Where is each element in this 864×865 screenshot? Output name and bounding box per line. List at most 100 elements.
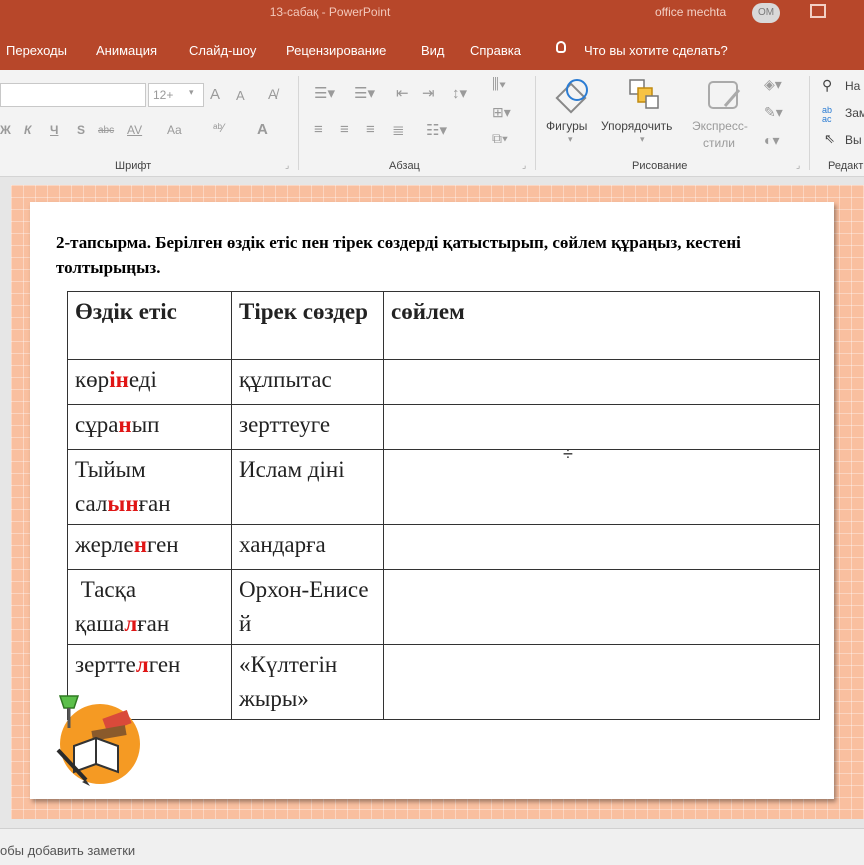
- header-support-words[interactable]: Тірек сөздер: [231, 291, 384, 360]
- bullets-icon[interactable]: ☰▾: [314, 84, 335, 102]
- underline-button[interactable]: Ч: [50, 123, 58, 137]
- replace-button[interactable]: Зам: [845, 106, 864, 120]
- tab-animations[interactable]: Анимация: [96, 43, 157, 58]
- select-arrow-icon[interactable]: ⇖: [824, 131, 835, 147]
- support-word-cell[interactable]: құлпытас: [231, 359, 384, 405]
- chevron-down-icon[interactable]: ▾: [568, 134, 573, 145]
- sentence-cell[interactable]: [383, 644, 820, 720]
- search-icon[interactable]: ⚲: [822, 77, 832, 94]
- verb-table[interactable]: Өздік етіс Тірек сөздер сөйлем көрінеді …: [67, 291, 820, 720]
- support-word-cell[interactable]: зерттеуге: [231, 404, 384, 450]
- clear-formatting-icon[interactable]: A̸: [268, 86, 277, 102]
- bold-button[interactable]: Ж: [0, 123, 11, 137]
- support-word-cell[interactable]: «Күлтегін жыры»: [231, 644, 384, 720]
- verb-ending: ған: [137, 611, 170, 636]
- quick-styles-label-1[interactable]: Экспресс-: [692, 119, 748, 133]
- support-word-cell[interactable]: Орхон-Енисей: [231, 569, 384, 645]
- grow-font-button[interactable]: A: [210, 86, 220, 103]
- sentence-cell[interactable]: [383, 449, 820, 525]
- align-text-icon[interactable]: ⊞▾: [492, 104, 511, 121]
- shape-fill-icon[interactable]: ◈▾: [764, 76, 782, 93]
- verb-stem: көр: [75, 367, 110, 392]
- tab-view[interactable]: Вид: [421, 43, 445, 58]
- arrange-button[interactable]: Упорядочить: [601, 119, 672, 133]
- decrease-indent-icon[interactable]: ⇤: [396, 84, 409, 102]
- verb-ending: ген: [146, 532, 179, 557]
- table-row: зерттелген «Күлтегін жыры»: [67, 644, 820, 720]
- tell-me-search[interactable]: Что вы хотите сделать?: [584, 43, 728, 58]
- verb-ending: ған: [138, 491, 171, 516]
- highlight-icon[interactable]: ᵃᵇ⁄: [213, 121, 224, 135]
- support-word-cell[interactable]: Ислам діні: [231, 449, 384, 525]
- tab-slideshow[interactable]: Слайд-шоу: [189, 43, 256, 58]
- shape-outline-icon[interactable]: ✎▾: [764, 104, 783, 121]
- verb-cell[interactable]: көрінеді: [67, 359, 232, 405]
- verb-cell[interactable]: Тасқа қашалған: [67, 569, 232, 645]
- ribbon-display-options-icon[interactable]: [810, 4, 826, 18]
- align-right-icon[interactable]: ≡: [366, 121, 375, 138]
- shape-effects-icon[interactable]: ◐▾: [764, 132, 779, 149]
- lightbulb-icon: [556, 41, 566, 53]
- ribbon-tabs: Переходы Анимация Слайд-шоу Рецензирован…: [0, 32, 864, 70]
- verb-suffix-highlight: л: [135, 652, 149, 677]
- numbering-icon[interactable]: ☰▾: [354, 84, 375, 102]
- table-row: жерленген хандарға: [67, 524, 820, 570]
- ribbon: 12+ ▾ A A A̸ Ж К Ч S abc AV Aa ᵃᵇ⁄ A Шри…: [0, 70, 864, 177]
- avatar[interactable]: OM: [752, 3, 780, 23]
- find-button[interactable]: На: [845, 79, 860, 93]
- quick-styles-label-2[interactable]: стили: [703, 136, 735, 150]
- table-row: сұранып зерттеуге: [67, 404, 820, 450]
- dialog-launcher-icon[interactable]: ⌟: [522, 160, 526, 171]
- select-button[interactable]: Вы: [845, 133, 862, 147]
- shapes-icon[interactable]: [553, 76, 593, 116]
- dialog-launcher-icon[interactable]: ⌟: [796, 160, 800, 171]
- verb-cell[interactable]: жерленген: [67, 524, 232, 570]
- account-name[interactable]: office mechta: [655, 5, 726, 19]
- verb-stem: сұра: [75, 412, 119, 437]
- group-divider: [298, 76, 299, 170]
- font-name-field[interactable]: [0, 83, 146, 107]
- group-divider: [535, 76, 536, 170]
- verb-cell[interactable]: Тыйым салынған: [67, 449, 232, 525]
- table-row: көрінеді құлпытас: [67, 359, 820, 405]
- increase-indent-icon[interactable]: ⇥: [422, 84, 435, 102]
- arrange-icon[interactable]: [626, 76, 662, 112]
- align-center-icon[interactable]: ≡: [340, 121, 349, 138]
- smartart-icon[interactable]: ⧉▾: [492, 130, 508, 147]
- quick-styles-icon[interactable]: [705, 76, 745, 116]
- replace-icon[interactable]: ab ac: [822, 106, 832, 124]
- table-header-row: Өздік етіс Тірек сөздер сөйлем: [67, 291, 820, 360]
- notes-pane[interactable]: обы добавить заметки: [0, 828, 864, 865]
- align-left-icon[interactable]: ≡: [314, 121, 323, 138]
- tab-review[interactable]: Рецензирование: [286, 43, 386, 58]
- text-shadow-button[interactable]: S: [77, 123, 85, 137]
- character-spacing-button[interactable]: AV: [127, 123, 142, 137]
- columns-icon[interactable]: ☷▾: [426, 121, 447, 139]
- strikethrough-button[interactable]: abc: [98, 125, 114, 136]
- justify-icon[interactable]: ≣: [392, 121, 405, 139]
- shrink-font-button[interactable]: A: [236, 88, 245, 103]
- line-spacing-icon[interactable]: ↕▾: [452, 84, 467, 102]
- tab-help[interactable]: Справка: [470, 43, 521, 58]
- shapes-button[interactable]: Фигуры: [546, 119, 587, 133]
- support-word-cell[interactable]: хандарға: [231, 524, 384, 570]
- verb-cell[interactable]: сұранып: [67, 404, 232, 450]
- change-case-button[interactable]: Aa: [167, 123, 182, 137]
- italic-button[interactable]: К: [24, 123, 31, 137]
- tab-transitions[interactable]: Переходы: [6, 43, 67, 58]
- task-text[interactable]: 2-тапсырма. Берілген өздік етіс пен тіре…: [56, 230, 816, 280]
- chevron-down-icon[interactable]: ▾: [640, 134, 645, 145]
- sentence-cell[interactable]: [383, 569, 820, 645]
- sentence-cell[interactable]: [383, 359, 820, 405]
- header-sentence[interactable]: сөйлем: [383, 291, 820, 360]
- chevron-down-icon[interactable]: ▾: [189, 87, 194, 98]
- text-direction-icon[interactable]: ⫼▾: [492, 76, 506, 93]
- dialog-launcher-icon[interactable]: ⌟: [285, 160, 289, 171]
- editing-group-label: Редакт: [828, 160, 864, 172]
- font-color-button[interactable]: A: [257, 121, 268, 138]
- sentence-cell[interactable]: [383, 404, 820, 450]
- font-size-field[interactable]: 12+ ▾: [148, 83, 204, 107]
- header-verb[interactable]: Өздік етіс: [67, 291, 232, 360]
- sentence-cell[interactable]: [383, 524, 820, 570]
- window-title: 13-сабақ - PowerPoint: [269, 5, 391, 19]
